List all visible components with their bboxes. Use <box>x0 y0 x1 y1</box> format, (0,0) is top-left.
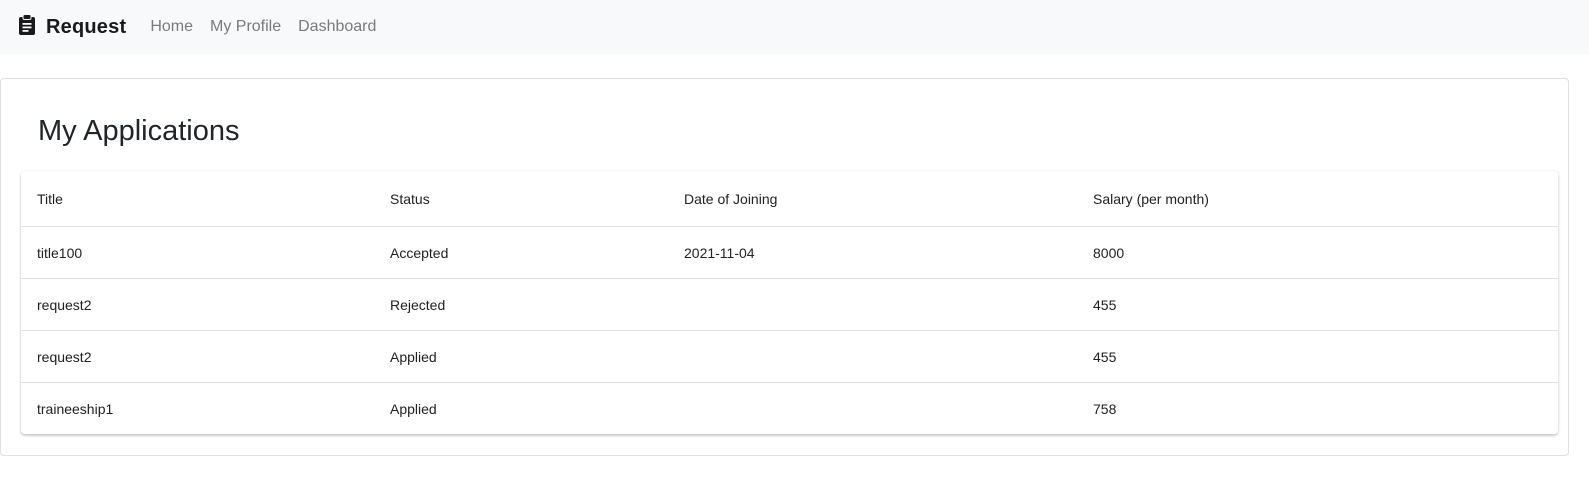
top-navbar: Request Home My Profile Dashboard <box>0 0 1589 54</box>
table-row: request2 Rejected 455 <box>21 278 1558 331</box>
cell-salary: 455 <box>1077 278 1558 331</box>
clipboard-icon <box>18 14 36 36</box>
page-title: My Applications <box>38 115 240 147</box>
cell-salary: 8000 <box>1077 226 1558 279</box>
cell-date-of-joining <box>668 278 1077 331</box>
table-row: title100 Accepted 2021-11-04 8000 <box>21 226 1558 279</box>
applications-card: My Applications Title Status Date of Joi… <box>0 78 1569 456</box>
cell-salary: 455 <box>1077 330 1558 383</box>
cell-title: title100 <box>21 226 374 279</box>
cell-title: traineeship1 <box>37 400 114 417</box>
cell-date-of-joining <box>668 383 1077 435</box>
cell-status: Applied <box>390 400 437 417</box>
cell-salary: 758 <box>1093 400 1117 417</box>
column-header-date-of-joining: Date of Joining <box>668 171 1077 227</box>
cell-date-of-joining <box>668 330 1077 383</box>
applications-table: Title Status Date of Joining Salary (per… <box>21 171 1558 434</box>
cell-title: request2 <box>21 278 374 331</box>
cell-status: Accepted <box>374 226 668 279</box>
column-header-status: Status <box>374 171 668 227</box>
cell-date-of-joining: 2021-11-04 <box>668 226 1077 279</box>
applications-table-container: Title Status Date of Joining Salary (per… <box>21 171 1558 434</box>
brand-name: Request <box>46 15 127 38</box>
table-header-row: Title Status Date of Joining Salary (per… <box>21 171 1558 227</box>
cell-status: Rejected <box>374 278 668 331</box>
brand-link[interactable]: Request <box>18 14 127 39</box>
nav-link-my-profile[interactable]: My Profile <box>210 18 281 36</box>
nav-link-dashboard[interactable]: Dashboard <box>298 18 376 36</box>
cell-status: Applied <box>374 330 668 383</box>
nav-link-home[interactable]: Home <box>150 18 193 36</box>
table-row: request2 Applied 455 <box>21 330 1558 383</box>
column-header-title: Title <box>21 171 374 227</box>
nav-links: Home My Profile Dashboard <box>150 18 393 36</box>
cell-title: request2 <box>21 330 374 383</box>
table-row: traineeship1 Applied 758 <box>21 383 1558 435</box>
column-header-salary: Salary (per month) <box>1077 171 1558 227</box>
